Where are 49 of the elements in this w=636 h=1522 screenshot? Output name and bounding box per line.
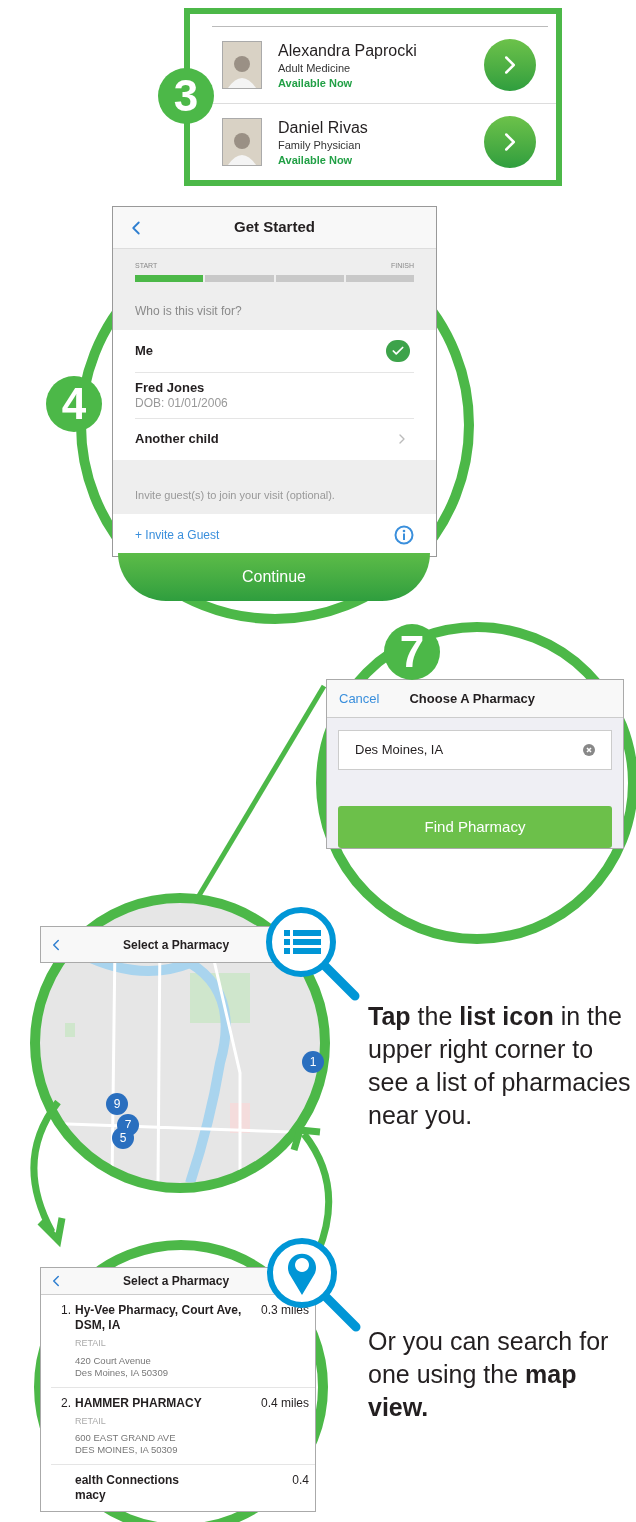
pharmacy-type: RETAIL bbox=[75, 1414, 107, 1428]
doctor-name: Daniel Rivas bbox=[278, 117, 369, 138]
location-field[interactable]: Des Moines, IA bbox=[338, 730, 612, 770]
select-doctor-button[interactable] bbox=[484, 39, 536, 92]
screen-title: Select a Pharmacy bbox=[123, 936, 230, 954]
screen-title: Select a Pharmacy bbox=[123, 1273, 230, 1290]
distance-text: 0.3 miles bbox=[260, 1303, 309, 1319]
step-number-badge: 3 bbox=[158, 68, 214, 124]
step-number-badge: 4 bbox=[46, 376, 102, 432]
clear-icon[interactable] bbox=[583, 744, 595, 756]
check-icon bbox=[386, 339, 410, 362]
doctor-name: Alexandra Paprocki bbox=[278, 40, 418, 61]
pharmacy-type: RETAIL bbox=[75, 1337, 107, 1350]
guest-note: Invite guest(s) to join your visit (optional). bbox=[135, 488, 335, 501]
distance-text: 0.4 bbox=[292, 1473, 309, 1489]
distance-text: 0.4 miles bbox=[260, 1395, 309, 1412]
instruction-text: Tap the list icon in the upper right corner to see a list of pharmacies near you. bbox=[368, 1001, 632, 1131]
availability-status: Available Now bbox=[278, 152, 354, 167]
pharmacy-list-item[interactable]: ealth Connections macy 0.4 bbox=[51, 1464, 315, 1511]
invite-guest-link[interactable]: + Invite a Guest bbox=[135, 525, 220, 544]
pharmacy-address: DES MOINES, IA 50309 bbox=[75, 1444, 179, 1456]
pharmacy-list-item[interactable]: 1. Hy-Vee Pharmacy, Court Ave, DSM, IA RETAIL 420 Court Avenue Des Moines, IA 50309 0.3 miles bbox=[51, 1295, 315, 1387]
cancel-link[interactable]: Cancel bbox=[339, 688, 380, 709]
pharmacy-name: HAMMER PHARMACY bbox=[75, 1395, 203, 1411]
pharmacy-name: ealth Connections macy bbox=[75, 1473, 180, 1503]
doctor-specialty: Adult Medicine bbox=[278, 60, 352, 76]
screen-title: Get Started bbox=[233, 217, 316, 238]
select-doctor-button[interactable] bbox=[484, 116, 536, 169]
pharmacy-name: Hy-Vee Pharmacy, Court Ave, DSM, IA bbox=[75, 1303, 243, 1333]
info-icon[interactable] bbox=[394, 524, 414, 545]
screen-title: Choose A Pharmacy bbox=[409, 689, 535, 708]
question-text: Who is this visit for? bbox=[135, 302, 243, 320]
step-number-badge: 7 bbox=[384, 624, 440, 680]
doctor-photo-placeholder bbox=[222, 118, 262, 167]
continue-button[interactable]: Continue bbox=[118, 553, 430, 601]
item-number: 1. bbox=[61, 1303, 71, 1319]
instruction-text: Or you can search for one using the map view. bbox=[368, 1326, 610, 1423]
option-label: Another child bbox=[135, 431, 220, 447]
item-number: 2. bbox=[61, 1395, 71, 1412]
pharmacy-list-item[interactable]: 2. HAMMER PHARMACY RETAIL 600 EAST GRAND AVE DES MOINES, IA 50309 0.4 miles bbox=[51, 1386, 315, 1464]
option-detail: DOB: 01/01/2006 bbox=[135, 396, 229, 410]
pharmacy-address: Des Moines, IA 50309 bbox=[75, 1366, 169, 1379]
pharmacy-address: 600 EAST GRAND AVE bbox=[75, 1432, 177, 1444]
doctor-photo-placeholder bbox=[222, 41, 262, 90]
doctor-specialty: Family Physician bbox=[278, 137, 362, 153]
option-label: Me bbox=[135, 342, 155, 359]
pharmacy-address: 420 Court Avenue bbox=[75, 1354, 152, 1367]
availability-status: Available Now bbox=[278, 75, 354, 90]
option-label: Fred Jones bbox=[135, 380, 206, 396]
